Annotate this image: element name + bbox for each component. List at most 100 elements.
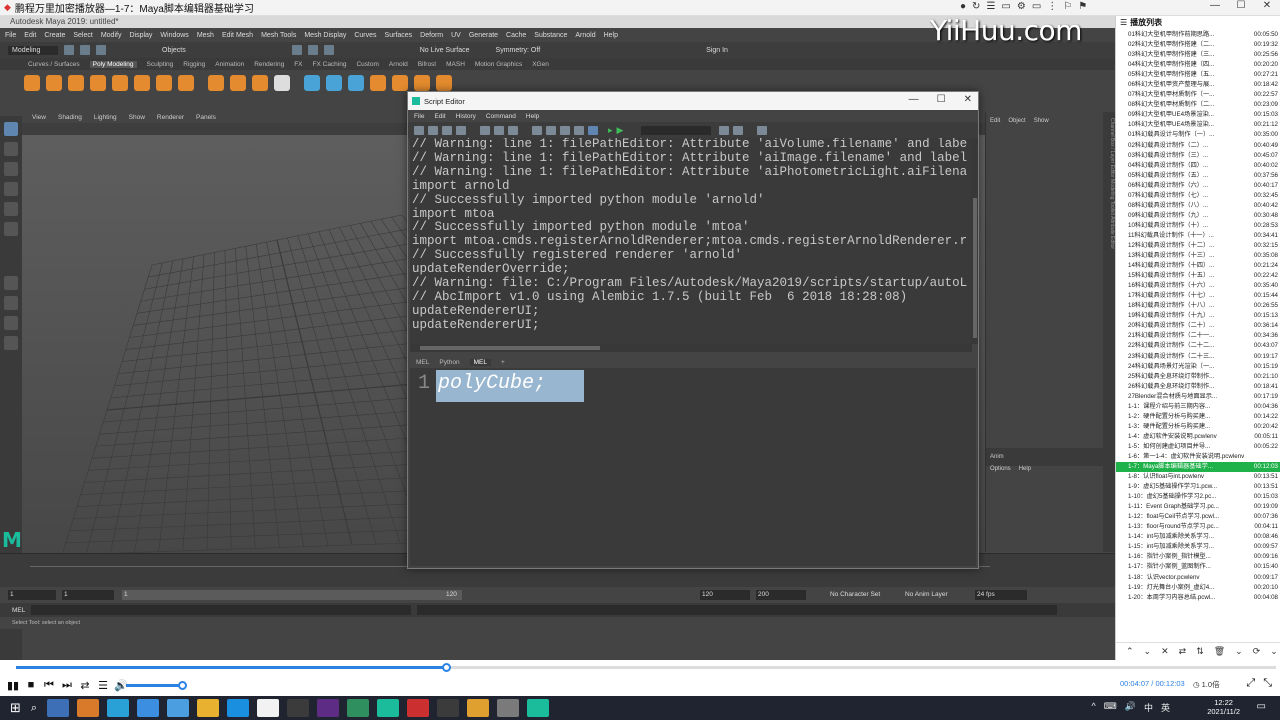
range-current-field[interactable]: 1 — [62, 590, 114, 600]
playlist-item[interactable]: 1-20：本周学习内容总结.pcwl... 00:04:08 — [1116, 593, 1280, 603]
playlist-tool-icon[interactable]: ⇅ — [1196, 646, 1204, 657]
poly-cube-icon[interactable] — [46, 75, 62, 91]
lasso-tool-icon[interactable] — [4, 142, 18, 156]
shelf-tab[interactable]: Arnold — [389, 61, 408, 68]
maya-menu-item[interactable]: Edit Mesh — [222, 32, 253, 39]
taskbar-app-icon[interactable] — [197, 699, 220, 717]
maya-menu-item[interactable]: File — [5, 32, 16, 39]
maya-menu-item[interactable]: Modify — [101, 32, 122, 39]
playlist-item[interactable]: 1-7：Maya脚本编辑器基础学... 00:12:03 — [1116, 462, 1280, 473]
script-editor-menu-item[interactable]: Command — [486, 113, 516, 120]
shelf-tab[interactable]: Curves / Surfaces — [28, 61, 80, 68]
shelf-tab[interactable]: Animation — [215, 61, 244, 68]
playlist-item[interactable]: 01科幻大型机甲制作前期思路... 00:05:50 — [1116, 30, 1280, 40]
progress-knob[interactable] — [441, 663, 451, 672]
playlist-item[interactable]: 14科幻载具设计制作（十四）... 00:21:24 — [1116, 261, 1280, 271]
playlist-item[interactable]: 07科幻载具设计制作（七）... 00:32:45 — [1116, 191, 1280, 201]
anim-layer-select[interactable]: No Anim Layer — [905, 591, 948, 598]
search-options-icon[interactable] — [757, 125, 768, 135]
maya-menu-item[interactable]: Surfaces — [385, 32, 413, 39]
playlist-item[interactable]: 04科幻大型机甲制作搭建（四... 00:20:20 — [1116, 60, 1280, 70]
playlist-item[interactable]: 1-14：int与加减乘除关系学习... 00:08:46 — [1116, 532, 1280, 542]
playlist-tool-icon[interactable]: ⌄ — [1235, 646, 1243, 657]
taskbar-app-icon[interactable] — [377, 699, 400, 717]
character-set-select[interactable]: No Character Set — [830, 591, 880, 598]
playlist-item[interactable]: 1-11：Event Graph基础学习.pc... 00:19:09 — [1116, 502, 1280, 512]
move-tool-icon[interactable] — [4, 182, 18, 196]
shelf-tab[interactable]: XGen — [532, 61, 549, 68]
maya-menu-item[interactable]: Arnold — [575, 32, 595, 39]
taskbar-app-icon[interactable] — [407, 699, 430, 717]
rotate-tool-icon[interactable] — [4, 202, 18, 216]
symmetry-label[interactable]: Symmetry: Off — [496, 47, 541, 54]
range-slider-bar[interactable]: 1 — [122, 590, 462, 600]
close-button[interactable]: ✕ — [1254, 0, 1280, 11]
bevel-icon[interactable] — [392, 75, 408, 91]
script-tab[interactable]: + — [501, 359, 505, 366]
next-icon[interactable]: ⏭ — [58, 679, 76, 692]
show-history-icon[interactable] — [560, 125, 570, 135]
script-input-pane[interactable]: 1 polyCube; — [410, 368, 976, 566]
playlist-item[interactable]: 1-6：第一1-4：虚幻软件安装说明.pcwlenv — [1116, 452, 1280, 462]
maya-menu-item[interactable]: Generate — [469, 32, 498, 39]
volume-knob[interactable] — [178, 681, 187, 690]
show-both-icon[interactable] — [588, 125, 598, 135]
playlist-item[interactable]: 03科幻大型机甲制作搭建（三... 00:25:56 — [1116, 50, 1280, 60]
playlist-tool-icon[interactable]: ⌄ — [1270, 646, 1278, 657]
playlist-item[interactable]: 1-3：硬件配置分析与购买建... 00:20:42 — [1116, 422, 1280, 432]
maya-menu-item[interactable]: Windows — [160, 32, 188, 39]
playlist-item[interactable]: 02科幻载具设计制作（二）... 00:40:49 — [1116, 141, 1280, 151]
pause-icon[interactable]: ▮▮ — [4, 679, 22, 692]
poly-cylinder-icon[interactable] — [68, 75, 84, 91]
layout-single-icon[interactable] — [4, 276, 18, 290]
poly-pyramid-icon[interactable] — [178, 75, 194, 91]
stop-icon[interactable]: ■ — [22, 679, 40, 691]
history-horizontal-scrollbar[interactable] — [410, 344, 972, 352]
taskbar-app-icon[interactable] — [137, 699, 160, 717]
playlist-item[interactable]: 13科幻载具设计制作（十三）... 00:35:08 — [1116, 251, 1280, 261]
playlist-item[interactable]: 21科幻载具设计制作（二十一... 00:34:36 — [1116, 331, 1280, 341]
separate-icon[interactable] — [326, 75, 342, 91]
script-tab[interactable]: Python — [439, 359, 459, 366]
clear-input-icon[interactable] — [494, 125, 504, 135]
playlist-item[interactable]: 1-13：floor与round节点学习.pc... 00:04:11 — [1116, 522, 1280, 532]
range-start-field[interactable]: 1 — [8, 590, 56, 600]
playlist-item[interactable]: 10科幻载具设计制作（十）... 00:28:53 — [1116, 221, 1280, 231]
player-tool-icon[interactable]: ⚑ — [1078, 1, 1087, 12]
playlist-tool-icon[interactable]: ⇄ — [1179, 646, 1187, 657]
playlist-item[interactable]: 04科幻载具设计制作（四）... 00:40:02 — [1116, 161, 1280, 171]
tray-icon[interactable]: ⌨ — [1104, 701, 1117, 714]
taskbar-app-icon[interactable] — [347, 699, 370, 717]
snap-point-icon[interactable] — [323, 45, 334, 55]
taskbar-app-icon[interactable] — [317, 699, 340, 717]
minimize-button[interactable]: — — [1202, 0, 1228, 11]
sign-in-button[interactable]: Sign In — [706, 47, 728, 54]
se-minimize-button[interactable]: — — [909, 94, 919, 105]
playlist-item[interactable]: 23科幻载具设计制作（二十三... 00:19:17 — [1116, 352, 1280, 362]
layout-four-icon[interactable] — [4, 296, 18, 310]
maya-menu-item[interactable]: Create — [44, 32, 65, 39]
select-tool-icon[interactable] — [4, 122, 18, 136]
playlist-item[interactable]: 22科幻载具设计制作（二十二... 00:43:07 — [1116, 341, 1280, 351]
playlist-tool-icon[interactable]: ⌄ — [1144, 646, 1152, 657]
layer-menu-options[interactable]: Options — [990, 466, 1011, 472]
scale-tool-icon[interactable] — [4, 222, 18, 236]
script-tab[interactable]: MEL — [416, 359, 429, 366]
start-icon[interactable]: ⊞ — [10, 700, 21, 716]
range-end-field[interactable]: 120 — [700, 590, 750, 600]
taskbar-app-icon[interactable] — [527, 699, 550, 717]
playlist-item[interactable]: 11科幻载具设计制作（十一）... 00:34:41 — [1116, 231, 1280, 241]
playlist-item[interactable]: 02科幻大型机甲制作搭建（二... 00:19:32 — [1116, 40, 1280, 50]
viewport-menu-item[interactable]: Shading — [58, 114, 82, 121]
playlist-tool-icon[interactable]: ✕ — [1161, 646, 1169, 657]
clear-history-icon[interactable] — [480, 125, 490, 135]
shelf-tab[interactable]: FX — [294, 61, 302, 68]
script-tab[interactable]: MEL — [469, 358, 491, 366]
playlist-item[interactable]: 08科幻载具设计制作（八）... 00:40:42 — [1116, 201, 1280, 211]
list-icon[interactable]: ☰ — [94, 679, 112, 692]
taskbar-app-icon[interactable] — [287, 699, 310, 717]
speed-select[interactable]: ◷ 1.0倍 — [1193, 679, 1220, 690]
poly-plane-icon[interactable] — [134, 75, 150, 91]
playlist-item[interactable]: 08科幻大型机甲材质制作（二... 00:23:09 — [1116, 100, 1280, 110]
clear-all-icon[interactable] — [508, 125, 518, 135]
